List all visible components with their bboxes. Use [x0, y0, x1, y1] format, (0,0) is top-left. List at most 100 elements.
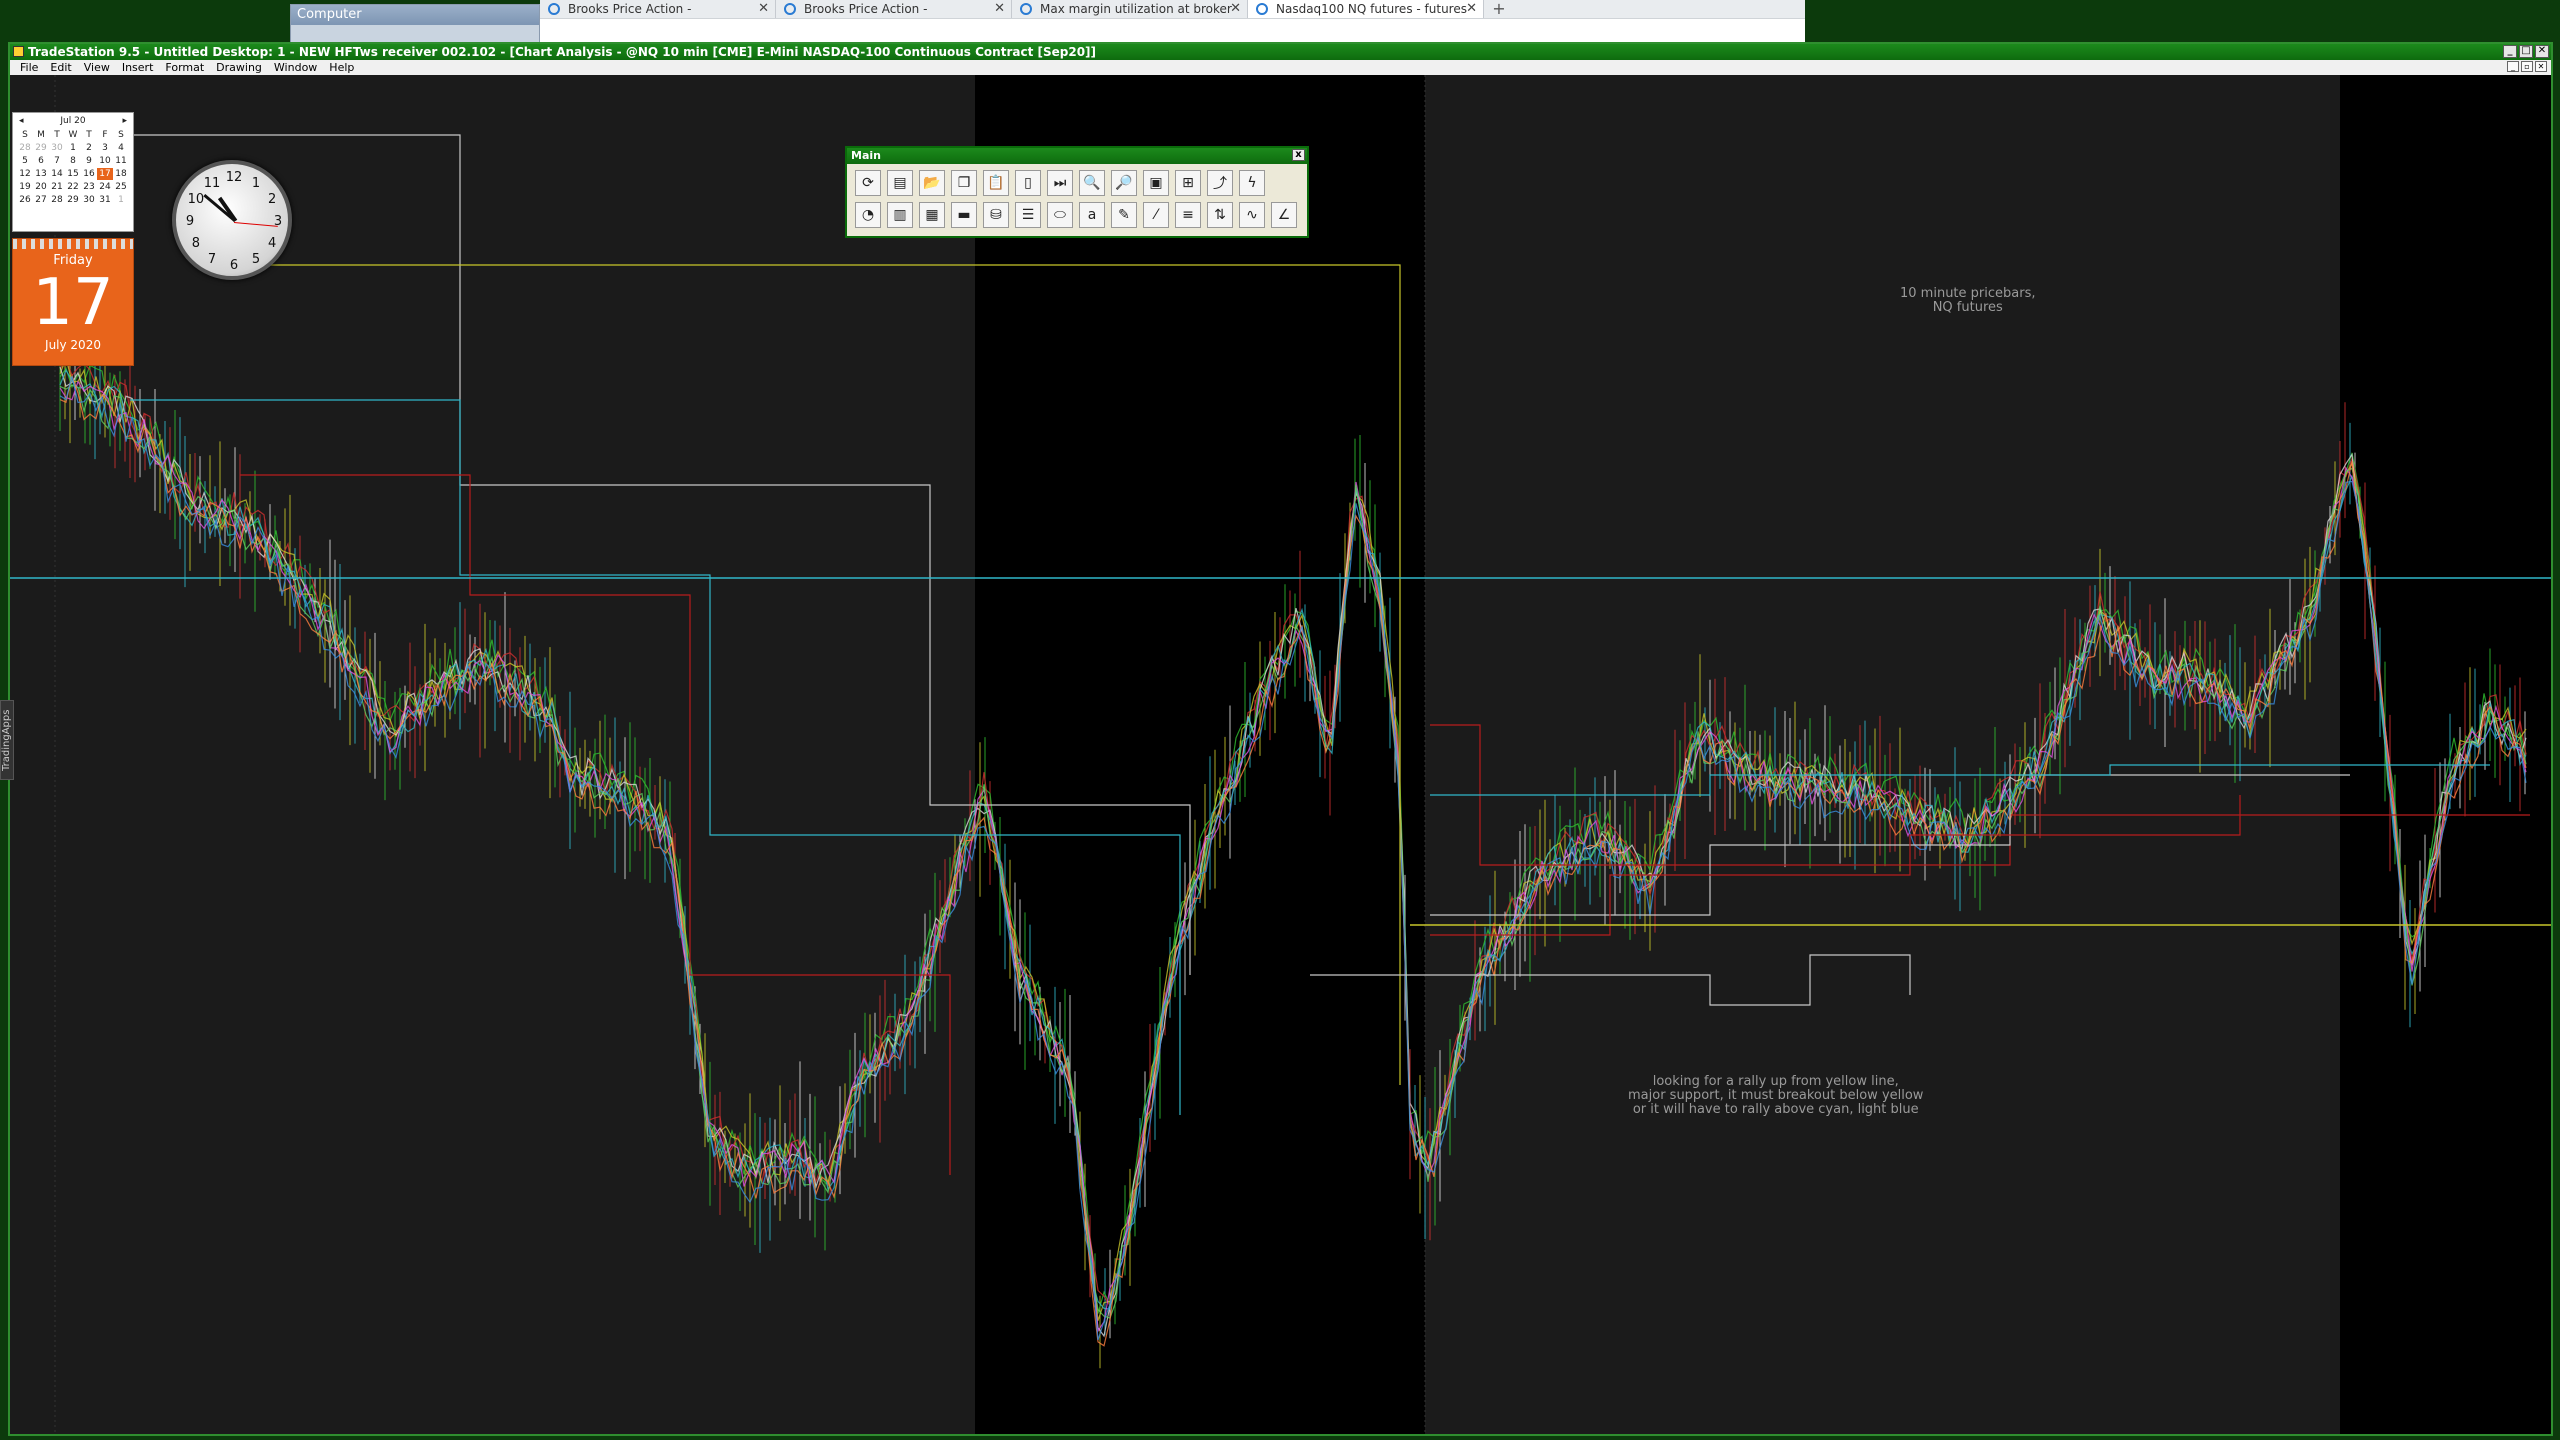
menu-format[interactable]: Format [159, 61, 210, 74]
calendar-gadget[interactable]: ◂ Jul 20 ▸ S M T W T F S 28 29 30 1 2 3 4 5 6 7 8 9 10 11 12 1… [12, 112, 134, 232]
menu-insert[interactable]: Insert [116, 61, 160, 74]
menu-edit[interactable]: Edit [44, 61, 77, 74]
tab-close-icon[interactable]: ✕ [1466, 1, 1477, 16]
calendar-next-icon[interactable]: ▸ [122, 116, 127, 126]
open-folder-icon[interactable]: 📂 [919, 170, 945, 196]
tab-close-icon[interactable]: ✕ [994, 1, 1005, 16]
page-icon[interactable]: ▯ [1015, 170, 1041, 196]
calendar-day[interactable]: 29 [65, 194, 81, 206]
calendar-day[interactable]: 4 [113, 142, 129, 154]
calendar-day[interactable]: 28 [17, 142, 33, 154]
toolbar-header[interactable]: Main x [847, 148, 1307, 164]
clock-gadget[interactable]: 12 1 2 3 4 5 6 7 8 9 10 11 [172, 160, 292, 280]
go-to-end-icon[interactable]: ⏭ [1047, 170, 1073, 196]
tab-close-icon[interactable]: ✕ [1230, 1, 1241, 16]
main-toolbar[interactable]: Main x ⟳ ▤ 📂 ❐ 📋 ▯ ⏭ 🔍 🔎 ▣ ⊞ ⤴ ϟ ◔ ▥ ▦ ▬… [845, 146, 1309, 238]
wave-icon[interactable]: ∿ [1239, 202, 1265, 228]
price-chart[interactable] [10, 75, 2551, 1434]
calendar-day[interactable]: 20 [33, 181, 49, 193]
calendar-day[interactable]: 31 [97, 194, 113, 206]
calendar-day[interactable]: 21 [49, 181, 65, 193]
menu-file[interactable]: File [14, 61, 44, 74]
calendar-prev-icon[interactable]: ◂ [19, 116, 24, 126]
window-icon[interactable]: ▦ [919, 202, 945, 228]
calendar-day[interactable]: 28 [49, 194, 65, 206]
menu-window[interactable]: Window [268, 61, 323, 74]
calendar-day[interactable]: 6 [33, 155, 49, 167]
calendar-day[interactable]: 1 [65, 142, 81, 154]
calendar-day[interactable]: 10 [97, 155, 113, 167]
chart-style-icon[interactable]: ▣ [1143, 170, 1169, 196]
calendar-day[interactable]: 27 [33, 194, 49, 206]
calendar-day[interactable]: 14 [49, 168, 65, 180]
explorer-window[interactable]: Computer [290, 4, 540, 44]
calendar-day[interactable]: 24 [97, 181, 113, 193]
browser-tab-active[interactable]: Nasdaq100 NQ futures - futures ✕ [1248, 0, 1484, 18]
calendar-day[interactable]: 8 [65, 155, 81, 167]
calendar-day[interactable]: 26 [17, 194, 33, 206]
bar-marker-icon[interactable]: ⇅ [1207, 202, 1233, 228]
tab-label: Brooks Price Action - [804, 2, 928, 16]
toolbar-close-button[interactable]: x [1292, 149, 1305, 161]
color-bars-icon[interactable]: ▬ [951, 202, 977, 228]
new-tab-button[interactable]: + [1484, 0, 1514, 18]
zoom-out-icon[interactable]: 🔎 [1111, 170, 1137, 196]
mdi-minimize-button[interactable]: _ [2507, 61, 2519, 72]
calendar-day[interactable]: 3 [97, 142, 113, 154]
grid-layout-icon[interactable]: ⊞ [1175, 170, 1201, 196]
database-icon[interactable]: ⛁ [983, 202, 1009, 228]
calendar-day[interactable]: 5 [17, 155, 33, 167]
mdi-close-button[interactable]: ✕ [2535, 61, 2547, 72]
mdi-restore-button[interactable]: ▫ [2521, 61, 2533, 72]
browser-tab[interactable]: Max margin utilization at broker ✕ [1012, 0, 1248, 18]
calendar-day[interactable]: 1 [113, 194, 129, 206]
new-window-icon[interactable]: ▤ [887, 170, 913, 196]
strategy-icon[interactable]: ▥ [887, 202, 913, 228]
calendar-day[interactable]: 18 [113, 168, 129, 180]
lightning-icon[interactable]: ϟ [1239, 170, 1265, 196]
tab-close-icon[interactable]: ✕ [758, 1, 769, 16]
calendar-day[interactable]: 19 [17, 181, 33, 193]
calendar-day[interactable]: 15 [65, 168, 81, 180]
calendar-day[interactable]: 30 [81, 194, 97, 206]
trading-apps-tab[interactable]: TradingApps [0, 700, 14, 780]
calendar-day[interactable]: 25 [113, 181, 129, 193]
zoom-in-icon[interactable]: 🔍 [1079, 170, 1105, 196]
copy-icon[interactable]: ❐ [951, 170, 977, 196]
calendar-day[interactable]: 23 [81, 181, 97, 193]
browser-tab[interactable]: Brooks Price Action - ✕ [540, 0, 776, 18]
trendline-icon[interactable]: ⁄ [1143, 202, 1169, 228]
menu-drawing[interactable]: Drawing [210, 61, 268, 74]
close-button[interactable]: ✕ [2535, 45, 2549, 58]
text-tool-icon[interactable]: a [1079, 202, 1105, 228]
menu-view[interactable]: View [78, 61, 116, 74]
calendar-day[interactable]: 9 [81, 155, 97, 167]
refresh-icon[interactable]: ⟳ [855, 170, 881, 196]
calendar-day[interactable]: 16 [81, 168, 97, 180]
calendar-day[interactable]: 22 [65, 181, 81, 193]
menu-help[interactable]: Help [323, 61, 360, 74]
calendar-day[interactable]: 2 [81, 142, 97, 154]
minimize-button[interactable]: _ [2503, 45, 2517, 58]
browser-window[interactable]: Brooks Price Action - ✕ Brooks Price Acti… [540, 0, 1805, 42]
browser-tab[interactable]: Brooks Price Action - ✕ [776, 0, 1012, 18]
calendar-day[interactable]: 17 [97, 168, 113, 180]
angle-icon[interactable]: ∠ [1271, 202, 1297, 228]
chart-area[interactable]: 10 minute pricebars, NQ futures looking … [10, 75, 2551, 1434]
calendar-day[interactable]: 29 [33, 142, 49, 154]
pencil-icon[interactable]: ✎ [1111, 202, 1137, 228]
lines-icon[interactable]: ☰ [1015, 202, 1041, 228]
address-bar[interactable] [540, 18, 1805, 42]
curve-line-icon[interactable]: ⤴ [1207, 170, 1233, 196]
calendar-day[interactable]: 7 [49, 155, 65, 167]
paste-icon[interactable]: 📋 [983, 170, 1009, 196]
calendar-day[interactable]: 30 [49, 142, 65, 154]
fib-icon[interactable]: ≡ [1175, 202, 1201, 228]
ellipse-icon[interactable]: ⬭ [1047, 202, 1073, 228]
window-titlebar[interactable]: TradeStation 9.5 - Untitled Desktop: 1 -… [10, 44, 2551, 60]
calendar-day[interactable]: 12 [17, 168, 33, 180]
calendar-day[interactable]: 13 [33, 168, 49, 180]
maximize-button[interactable]: □ [2519, 45, 2533, 58]
indicator-icon[interactable]: ◔ [855, 202, 881, 228]
calendar-day[interactable]: 11 [113, 155, 129, 167]
